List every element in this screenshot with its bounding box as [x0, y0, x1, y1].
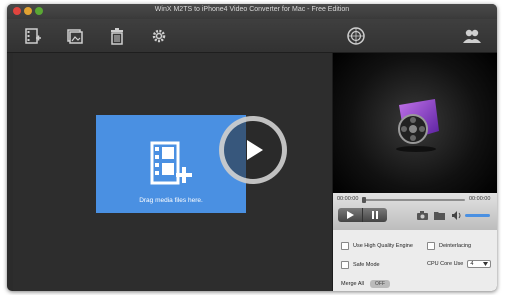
merge-all-label: Merge All: [341, 281, 364, 287]
cpu-core-select[interactable]: 4: [467, 260, 492, 268]
safe-mode-checkbox[interactable]: [341, 261, 349, 269]
folder-icon[interactable]: [434, 211, 445, 220]
high-quality-label: Use High Quality Engine: [353, 243, 413, 249]
cpu-core-label: CPU Core Use: [427, 261, 464, 267]
pause-button[interactable]: [362, 208, 387, 222]
add-media-icon: [150, 141, 192, 185]
deinterlacing-checkbox[interactable]: [427, 242, 435, 250]
conversion-settings: Use High Quality Engine Deinterlacing Sa…: [333, 230, 497, 291]
high-quality-checkbox[interactable]: [341, 242, 349, 250]
volume-slider[interactable]: [465, 214, 490, 217]
deinterlacing-label: Deinterlacing: [439, 243, 472, 249]
seek-knob[interactable]: [362, 197, 366, 203]
file-list-area[interactable]: Drag media files here.: [13, 53, 333, 291]
drag-media-label: Drag media files here.: [139, 197, 203, 204]
time-total: 00:00:00: [469, 196, 491, 202]
seek-bar[interactable]: [362, 197, 465, 203]
high-quality-option: Use High Quality Engine: [341, 242, 413, 250]
app-logo: [396, 99, 439, 152]
settings-gear-icon[interactable]: [149, 26, 169, 46]
safe-mode-label: Safe Mode: [353, 262, 380, 268]
volume-icon: [452, 211, 461, 220]
add-video-icon[interactable]: [23, 26, 43, 46]
app-window: WinX M2TS to iPhone4 Video Converter for…: [7, 4, 497, 291]
cpu-core-option: CPU Core Use 4: [427, 260, 492, 268]
merge-all-toggle[interactable]: OFF: [369, 280, 390, 288]
users-icon[interactable]: [462, 26, 482, 46]
video-play-overlay-button[interactable]: [219, 116, 287, 184]
chevron-down-icon: [483, 262, 489, 266]
preview-screen: [333, 53, 497, 193]
title-bar: WinX M2TS to iPhone4 Video Converter for…: [7, 4, 497, 19]
deinterlacing-option: Deinterlacing: [427, 242, 471, 250]
merge-all-option: Merge All OFF: [341, 280, 390, 288]
toolbar: [7, 19, 497, 53]
play-button[interactable]: [338, 208, 362, 222]
update-globe-icon[interactable]: [346, 26, 366, 46]
time-elapsed: 00:00:00: [337, 196, 359, 202]
window-title: WinX M2TS to iPhone4 Video Converter for…: [154, 6, 350, 13]
player-controls: 00:00:00 00:00:00: [333, 193, 497, 230]
cpu-core-value: 4: [470, 261, 474, 267]
snapshot-camera-icon[interactable]: [417, 211, 428, 220]
trash-icon[interactable]: [107, 26, 127, 46]
add-photo-icon[interactable]: [65, 26, 85, 46]
play-icon: [247, 140, 263, 160]
safe-mode-option: Safe Mode: [341, 261, 380, 269]
play-icon: [347, 211, 354, 219]
pause-icon: [372, 211, 378, 219]
